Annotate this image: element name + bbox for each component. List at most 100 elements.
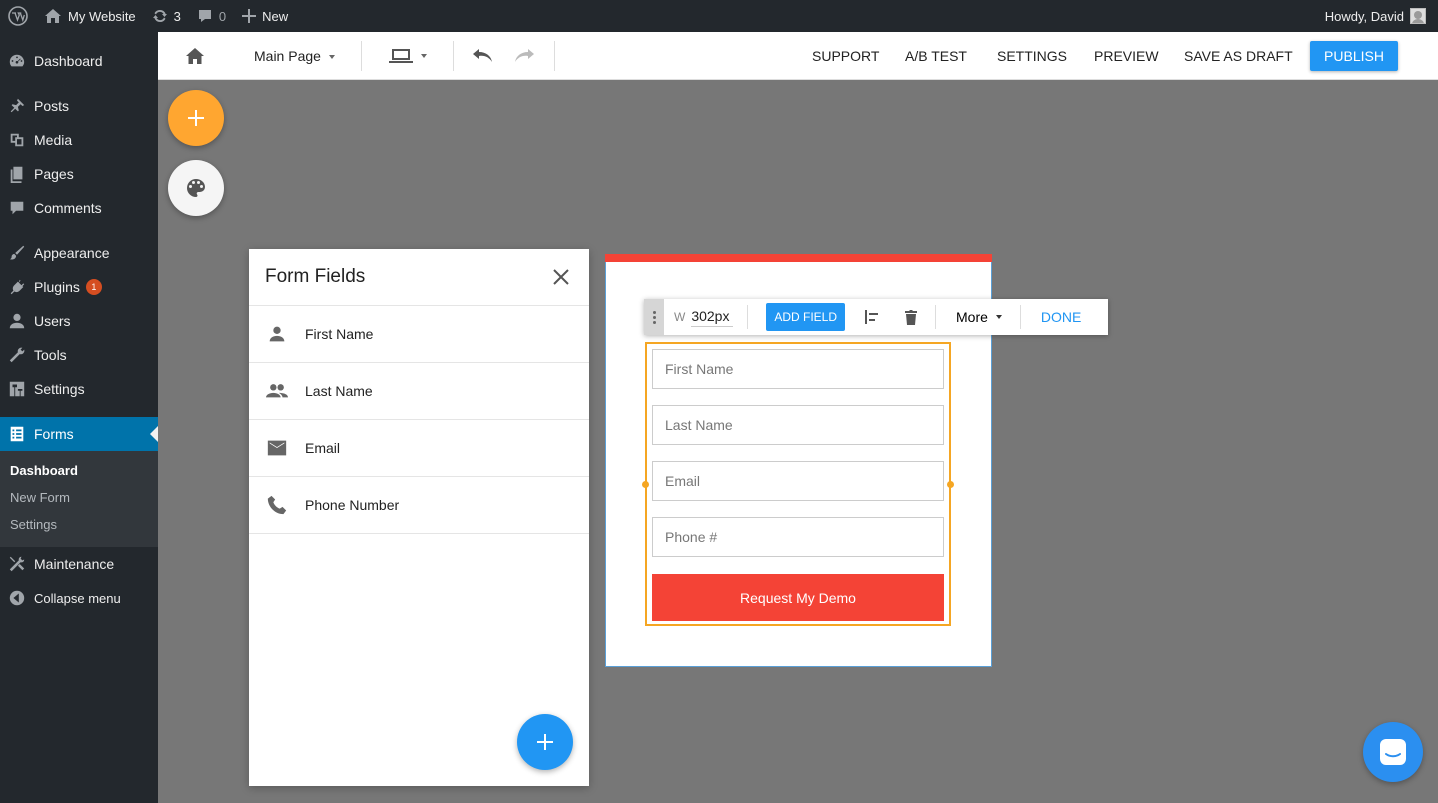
sidebar-item-tools[interactable]: Tools <box>0 338 158 372</box>
undo-icon[interactable] <box>473 49 495 66</box>
site-name: My Website <box>68 8 136 24</box>
field-item-label: Phone Number <box>305 497 400 513</box>
redo-icon[interactable] <box>512 49 534 66</box>
add-field-fab[interactable] <box>517 714 573 770</box>
field-item-first-name[interactable]: First Name <box>249 306 589 363</box>
admin-bar: My Website 3 0 New Howdy, David <box>0 0 1438 32</box>
field-item-email[interactable]: Email <box>249 420 589 477</box>
more-menu[interactable]: More <box>956 309 1002 325</box>
active-indicator <box>150 426 158 442</box>
pages-icon <box>0 165 34 183</box>
width-label: W <box>674 310 686 324</box>
divider <box>1019 305 1021 329</box>
account-menu[interactable]: Howdy, David <box>1325 8 1438 24</box>
field-item-phone-number[interactable]: Phone Number <box>249 477 589 534</box>
resize-handle-left[interactable] <box>642 481 649 488</box>
sidebar-item-maintenance[interactable]: Maintenance <box>0 547 158 581</box>
trash-icon[interactable] <box>905 309 918 325</box>
phone-field[interactable]: Phone # <box>652 517 944 557</box>
align-left-icon[interactable] <box>865 310 881 324</box>
chevron-down-icon <box>421 54 427 58</box>
submenu-settings[interactable]: Settings <box>10 517 57 532</box>
sidebar-item-comments[interactable]: Comments <box>0 191 158 225</box>
user-icon <box>0 312 34 330</box>
sidebar-item-media[interactable]: Media <box>0 123 158 157</box>
comments-link[interactable]: 0 <box>189 0 234 32</box>
page-select[interactable]: Main Page <box>254 48 335 64</box>
wordpress-logo-icon[interactable] <box>0 0 36 32</box>
sidebar-item-posts[interactable]: Posts <box>0 89 158 123</box>
plus-icon <box>188 110 204 126</box>
submenu-new-form[interactable]: New Form <box>10 490 70 505</box>
divider <box>554 41 555 71</box>
new-content-link[interactable]: New <box>234 0 296 32</box>
sidebar-item-settings[interactable]: Settings <box>0 372 158 406</box>
chat-icon <box>1380 739 1406 765</box>
form-selection-frame[interactable]: First Name Last Name Email Phone # Reque… <box>642 342 954 626</box>
plus-icon <box>537 734 553 750</box>
submenu-dashboard[interactable]: Dashboard <box>10 463 78 478</box>
comment-icon <box>198 10 211 22</box>
publish-button[interactable]: PUBLISH <box>1310 41 1398 71</box>
pin-icon <box>0 97 34 115</box>
settings-link[interactable]: SETTINGS <box>997 48 1067 64</box>
brush-icon <box>0 244 34 262</box>
canvas-top-bar <box>605 254 992 262</box>
divider <box>361 41 362 71</box>
plus-icon <box>242 9 257 23</box>
field-item-last-name[interactable]: Last Name <box>249 363 589 420</box>
home-icon[interactable] <box>185 47 205 68</box>
dashboard-icon <box>0 52 34 70</box>
sidebar-item-appearance[interactable]: Appearance <box>0 236 158 270</box>
plug-icon <box>0 278 34 296</box>
sidebar-item-users[interactable]: Users <box>0 304 158 338</box>
sidebar-item-dashboard[interactable]: Dashboard <box>0 44 158 78</box>
sidebar-item-forms[interactable]: Forms <box>0 417 158 451</box>
panel-title: Form Fields <box>265 266 366 287</box>
field-item-label: First Name <box>305 326 374 342</box>
divider <box>935 305 937 329</box>
save-as-draft-link[interactable]: SAVE AS DRAFT <box>1184 48 1293 64</box>
device-select[interactable] <box>389 47 427 65</box>
avatar <box>1410 8 1426 24</box>
mail-icon <box>249 437 305 459</box>
field-item-label: Email <box>305 440 341 456</box>
first-name-field[interactable]: First Name <box>652 349 944 389</box>
close-icon[interactable] <box>553 269 569 290</box>
email-field[interactable]: Email <box>652 461 944 501</box>
update-icon <box>152 9 167 23</box>
chat-launcher-button[interactable] <box>1363 722 1423 782</box>
site-name-link[interactable]: My Website <box>36 0 144 32</box>
forms-icon <box>0 425 34 443</box>
support-link[interactable]: SUPPORT <box>812 48 879 64</box>
more-label: More <box>956 309 988 325</box>
collapse-menu-button[interactable]: Collapse menu <box>0 581 158 615</box>
request-demo-button[interactable]: Request My Demo <box>652 574 944 621</box>
drag-handle[interactable] <box>644 299 664 335</box>
palette-icon <box>187 179 205 197</box>
comment-icon <box>0 199 34 217</box>
page-select-value: Main Page <box>254 48 321 64</box>
media-icon <box>0 131 34 149</box>
admin-sidebar: Dashboard Posts Media Pages Comments App… <box>0 32 158 803</box>
form-fields-panel: Form Fields First Name Last Name Email P… <box>249 249 589 786</box>
width-input[interactable]: 302px <box>691 308 734 327</box>
comments-count: 0 <box>218 8 227 24</box>
chevron-down-icon <box>328 55 335 60</box>
last-name-field[interactable]: Last Name <box>652 405 944 445</box>
done-button[interactable]: DONE <box>1041 309 1081 325</box>
ab-test-link[interactable]: A/B TEST <box>905 48 967 64</box>
sidebar-item-pages[interactable]: Pages <box>0 157 158 191</box>
element-toolbar: W 302px ADD FIELD More DONE <box>644 299 1108 335</box>
home-icon <box>45 9 61 23</box>
resize-handle-right[interactable] <box>947 481 954 488</box>
add-element-button[interactable] <box>168 90 224 146</box>
theme-button[interactable] <box>168 160 224 216</box>
updates-link[interactable]: 3 <box>144 0 189 32</box>
add-field-button[interactable]: ADD FIELD <box>766 303 846 331</box>
settings-icon <box>0 380 34 398</box>
updates-count: 3 <box>173 8 181 24</box>
preview-link[interactable]: PREVIEW <box>1094 48 1159 64</box>
sidebar-item-plugins[interactable]: Plugins 1 <box>0 270 158 304</box>
phone-icon <box>249 494 305 516</box>
